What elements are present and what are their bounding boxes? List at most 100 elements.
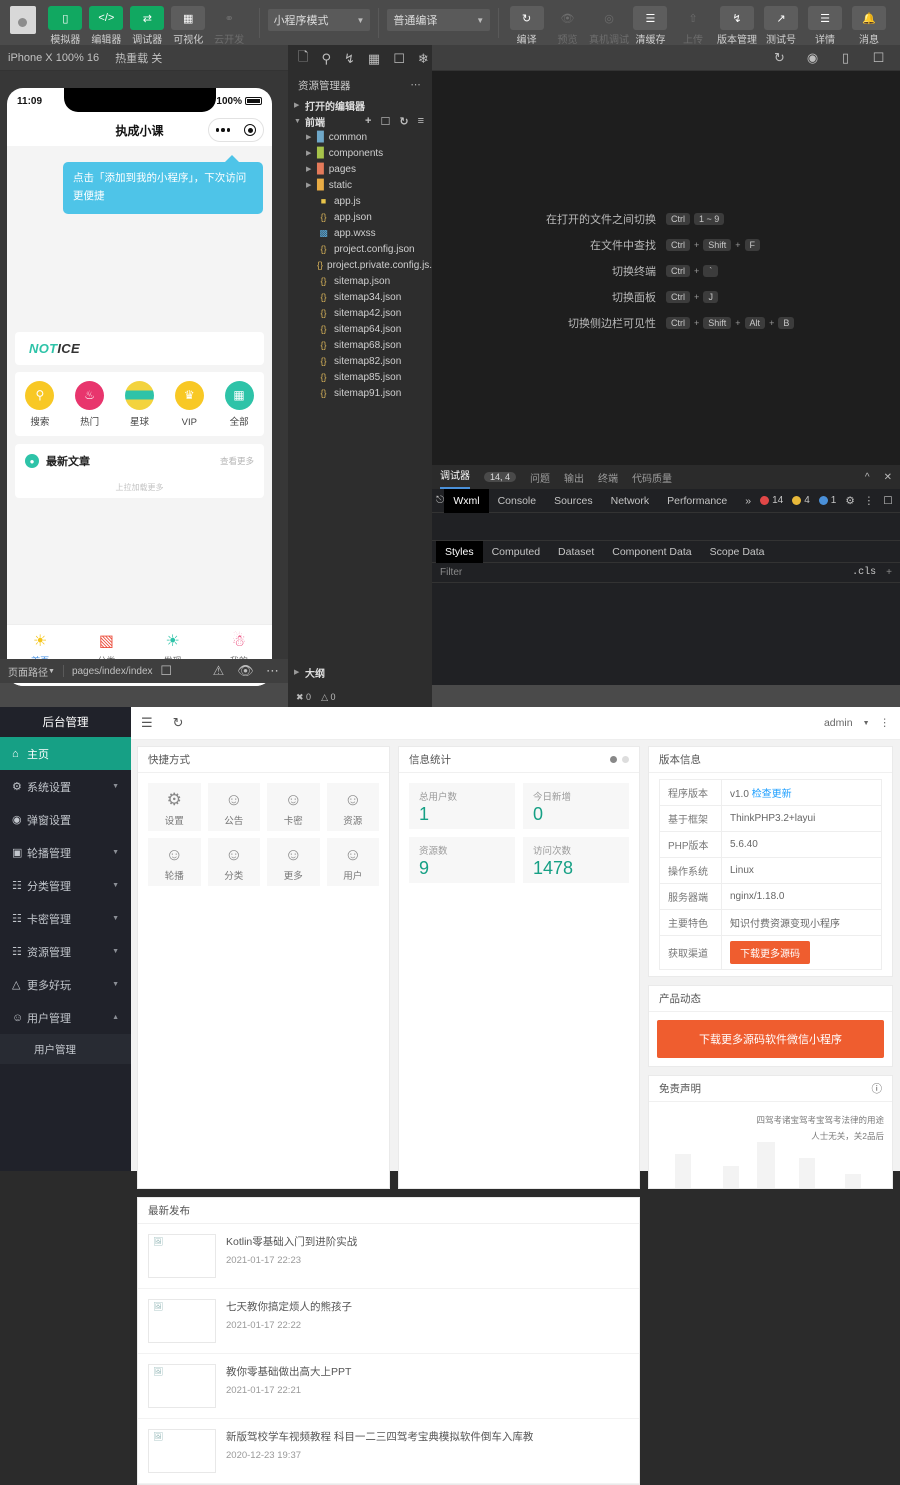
tab-dataset[interactable]: Dataset bbox=[549, 541, 603, 563]
check-update-link[interactable]: 检查更新 bbox=[752, 789, 792, 800]
more-icon[interactable]: ⋮ bbox=[864, 495, 875, 507]
tab-sources[interactable]: Sources bbox=[545, 489, 602, 513]
sidebar-item-card-key[interactable]: ☷ 卡密管理 ▼ bbox=[0, 902, 131, 935]
refresh-icon[interactable]: ↻ bbox=[173, 715, 184, 731]
new-file-icon[interactable]: + bbox=[365, 115, 371, 128]
record-icon[interactable]: ◉ bbox=[805, 50, 820, 65]
tab-wxml[interactable]: Wxml bbox=[444, 489, 488, 513]
file-sitemap64[interactable]: {} sitemap64.json bbox=[288, 321, 432, 337]
download-banner[interactable]: 下载更多源码软件微信小程序 bbox=[657, 1020, 884, 1058]
hotreload-select[interactable]: 热重载 关 bbox=[115, 50, 162, 66]
toolbar-debugger[interactable]: ⇄ 调试器 bbox=[128, 4, 167, 46]
file-sitemap[interactable]: {} sitemap.json bbox=[288, 273, 432, 289]
more-icon[interactable]: ⋯ bbox=[411, 79, 423, 91]
copy-icon[interactable]: ☐ bbox=[159, 664, 174, 679]
shortcut-category[interactable]: ☺ 分类 bbox=[208, 838, 261, 886]
sidebar-item-system-settings[interactable]: ⚙ 系统设置 ▼ bbox=[0, 770, 131, 803]
toolbar-details[interactable]: ☰ 详情 bbox=[804, 4, 846, 46]
notice-banner[interactable]: NOTICE bbox=[15, 332, 264, 365]
refresh-icon[interactable]: ↻ bbox=[399, 115, 408, 128]
sidebar-item-category[interactable]: ☷ 分类管理 ▼ bbox=[0, 869, 131, 902]
file-app-json[interactable]: {} app.json bbox=[288, 209, 432, 225]
tab-debugger[interactable]: 调试器 bbox=[440, 465, 470, 489]
panel-icon[interactable]: ☐ bbox=[393, 52, 405, 67]
sidebar-subitem-user-management[interactable]: 用户管理 bbox=[0, 1034, 131, 1064]
admin-user-label[interactable]: admin bbox=[824, 717, 853, 729]
tab-problems[interactable]: 问题 bbox=[530, 470, 550, 485]
sidebar-item-more-fun[interactable]: △ 更多好玩 ▼ bbox=[0, 968, 131, 1001]
add-rule-icon[interactable]: + bbox=[886, 567, 892, 578]
more-icon[interactable]: ⋯ bbox=[265, 664, 280, 679]
carousel-dot[interactable] bbox=[622, 756, 629, 763]
toolbar-version[interactable]: ↯ 版本管理 bbox=[716, 4, 758, 46]
dock-icon[interactable]: ☐ bbox=[883, 495, 892, 507]
menu-icon[interactable]: ☰ bbox=[141, 715, 153, 731]
inspect-element-icon[interactable]: ⎋ bbox=[436, 494, 444, 507]
close-target-icon[interactable] bbox=[244, 124, 256, 136]
tab-styles[interactable]: Styles bbox=[436, 541, 483, 563]
filter-input[interactable]: Filter bbox=[440, 567, 462, 578]
category-vip[interactable]: ♛ VIP bbox=[167, 381, 211, 428]
toolbar-compile[interactable]: ↻ 编译 bbox=[507, 4, 546, 46]
warning-count[interactable]: 4 bbox=[792, 495, 810, 506]
sidebar-item-carousel[interactable]: ▣ 轮播管理 ▼ bbox=[0, 836, 131, 869]
window-icon[interactable]: ☐ bbox=[871, 50, 886, 65]
tab-scope-data[interactable]: Scope Data bbox=[701, 541, 774, 563]
project-section[interactable]: ▼ 前端 + ☐ ↻ ≡ bbox=[288, 113, 432, 129]
shortcut-more[interactable]: ☺ 更多 bbox=[267, 838, 320, 886]
folder-common[interactable]: ▶ ▉ common bbox=[288, 129, 432, 145]
close-icon[interactable]: ✕ bbox=[884, 472, 892, 483]
compile-select[interactable]: 普通编译 ▼ bbox=[387, 9, 490, 31]
tab-overflow[interactable]: » bbox=[736, 489, 760, 513]
toolbar-testid[interactable]: ↗ 测试号 bbox=[760, 4, 802, 46]
warning-icon[interactable]: ⚠ bbox=[211, 664, 226, 679]
ink-icon[interactable]: ❄ bbox=[418, 52, 429, 67]
tab-computed[interactable]: Computed bbox=[483, 541, 549, 563]
info-icon[interactable]: ⓘ bbox=[872, 1081, 883, 1096]
search-icon[interactable]: ⚲ bbox=[321, 52, 331, 67]
folder-static[interactable]: ▶ ▉ static bbox=[288, 177, 432, 193]
file-sitemap68[interactable]: {} sitemap68.json bbox=[288, 337, 432, 353]
category-hot[interactable]: ♨ 热门 bbox=[68, 381, 112, 428]
view-more-link[interactable]: 查看更多 bbox=[220, 455, 254, 467]
file-sitemap42[interactable]: {} sitemap42.json bbox=[288, 305, 432, 321]
cls-button[interactable]: .cls bbox=[852, 567, 876, 578]
shortcut-settings[interactable]: ⚙ 设置 bbox=[148, 783, 201, 831]
list-item[interactable]: 教你零基础做出高大上PPT 2021-01-17 22:21 bbox=[138, 1354, 639, 1419]
carousel-dot-active[interactable] bbox=[610, 756, 617, 763]
shortcut-user[interactable]: ☺ 用户 bbox=[327, 838, 380, 886]
toolbar-messages[interactable]: 🔔 消息 bbox=[848, 4, 890, 46]
tab-component-data[interactable]: Component Data bbox=[603, 541, 700, 563]
copy-icon[interactable]: 🗋 bbox=[298, 52, 308, 67]
file-sitemap85[interactable]: {} sitemap85.json bbox=[288, 369, 432, 385]
shortcut-card-key[interactable]: ☺ 卡密 bbox=[267, 783, 320, 831]
sidebar-item-user-management[interactable]: ☺ 用户管理 ▲ bbox=[0, 1001, 131, 1034]
sidebar-item-resource[interactable]: ☷ 资源管理 ▼ bbox=[0, 935, 131, 968]
collapse-icon[interactable]: ≡ bbox=[418, 115, 424, 128]
list-item[interactable]: Kotlin零基础入门到进阶实战 2021-01-17 22:23 bbox=[138, 1224, 639, 1289]
file-project-config[interactable]: {} project.config.json bbox=[288, 241, 432, 257]
device-select[interactable]: iPhone X 100% 16 bbox=[8, 52, 99, 64]
tab-performance[interactable]: Performance bbox=[658, 489, 736, 513]
more-icon[interactable] bbox=[216, 128, 231, 132]
toolbar-simulator[interactable]: ▯ 模拟器 bbox=[46, 4, 85, 46]
device-icon[interactable]: ▯ bbox=[838, 50, 853, 65]
branch-icon[interactable]: ↯ bbox=[344, 52, 355, 67]
toolbar-visual[interactable]: ▦ 可视化 bbox=[169, 4, 208, 46]
wxml-tree-area[interactable] bbox=[432, 513, 900, 541]
toolbar-clear-cache[interactable]: ☰ 清缓存 bbox=[631, 4, 670, 46]
file-sitemap34[interactable]: {} sitemap34.json bbox=[288, 289, 432, 305]
info-count[interactable]: 1 bbox=[819, 495, 837, 506]
list-item[interactable]: 七天教你搞定烦人的熊孩子 2021-01-17 22:22 bbox=[138, 1289, 639, 1354]
file-project-private-config[interactable]: {} project.private.config.js... bbox=[288, 257, 432, 273]
folder-components[interactable]: ▶ ▉ components bbox=[288, 145, 432, 161]
tab-console[interactable]: Console bbox=[489, 489, 546, 513]
shortcut-resource[interactable]: ☺ 资源 bbox=[327, 783, 380, 831]
file-sitemap91[interactable]: {} sitemap91.json bbox=[288, 385, 432, 401]
error-count[interactable]: 14 bbox=[760, 495, 783, 506]
mode-select[interactable]: 小程序模式 ▼ bbox=[268, 9, 371, 31]
tab-code-quality[interactable]: 代码质量 bbox=[632, 470, 672, 485]
grid-icon[interactable]: ▦ bbox=[368, 52, 380, 67]
more-icon[interactable]: ⋮ bbox=[880, 717, 891, 729]
category-planet[interactable]: 星球 bbox=[117, 381, 161, 428]
